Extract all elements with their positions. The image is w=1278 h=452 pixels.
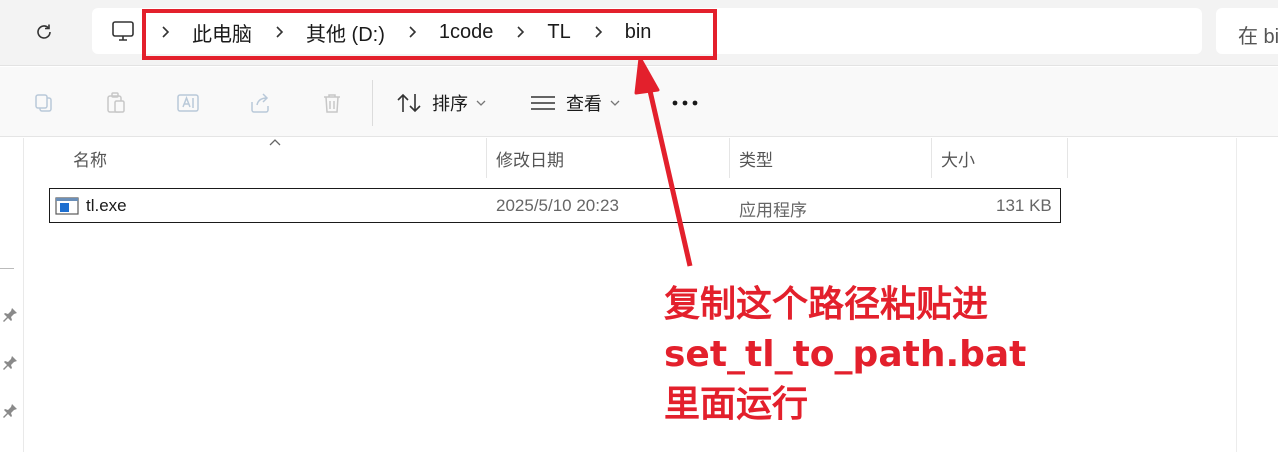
rename-icon[interactable] — [176, 91, 200, 115]
sort-icon — [397, 93, 421, 113]
refresh-button[interactable] — [30, 18, 58, 46]
annotation-text: 复制这个路径粘贴进 set_tl_to_path.bat 里面运行 — [664, 280, 1026, 430]
pin-icon[interactable] — [1, 354, 19, 372]
column-divider[interactable] — [1067, 138, 1068, 178]
sort-ascending-icon — [269, 139, 281, 146]
this-pc-icon[interactable] — [110, 18, 136, 44]
sort-label: 排序 — [432, 94, 468, 114]
file-name[interactable]: tl.exe — [86, 196, 127, 216]
column-header-type[interactable]: 类型 — [739, 146, 773, 171]
column-divider[interactable] — [729, 138, 730, 178]
column-divider[interactable] — [486, 138, 487, 178]
column-header-modified[interactable]: 修改日期 — [496, 146, 564, 171]
more-icon — [672, 100, 698, 106]
file-type: 应用程序 — [739, 201, 807, 220]
address-highlight-box — [142, 9, 717, 60]
pin-icon[interactable] — [1, 306, 19, 324]
delete-icon[interactable] — [320, 91, 344, 115]
column-header-size[interactable]: 大小 — [941, 146, 975, 171]
column-divider[interactable] — [931, 138, 932, 178]
toolbar-divider — [372, 80, 373, 126]
view-icon — [531, 96, 555, 110]
pin-icon[interactable] — [1, 402, 19, 420]
navigation-pane — [0, 138, 24, 452]
copy-icon[interactable] — [32, 91, 56, 115]
annotation-line: set_tl_to_path.bat — [664, 334, 1027, 375]
details-pane-divider — [1236, 138, 1237, 452]
column-header-name[interactable]: 名称 — [73, 146, 107, 171]
chevron-down-icon — [610, 100, 620, 106]
sort-button[interactable]: 排序 — [396, 89, 486, 117]
search-placeholder: 在 bin — [1238, 26, 1278, 48]
share-icon[interactable] — [248, 91, 272, 115]
nav-divider — [0, 268, 14, 269]
address-bar-row: 此电脑 其他 (D:) 1code TL bin 在 bin — [0, 0, 1278, 66]
file-modified: 2025/5/10 20:23 — [496, 196, 619, 215]
refresh-icon — [37, 24, 51, 39]
file-size: 131 KB — [996, 196, 1052, 215]
chevron-down-icon — [476, 100, 486, 106]
paste-icon[interactable] — [104, 91, 128, 115]
view-label: 查看 — [566, 94, 602, 114]
view-button[interactable]: 查看 — [530, 89, 620, 117]
annotation-line: 复制这个路径粘贴进 — [664, 284, 989, 325]
exe-file-icon — [55, 197, 79, 215]
annotation-line: 里面运行 — [664, 384, 809, 425]
more-options-button[interactable] — [668, 89, 702, 117]
command-toolbar: 排序 查看 — [0, 67, 1278, 137]
